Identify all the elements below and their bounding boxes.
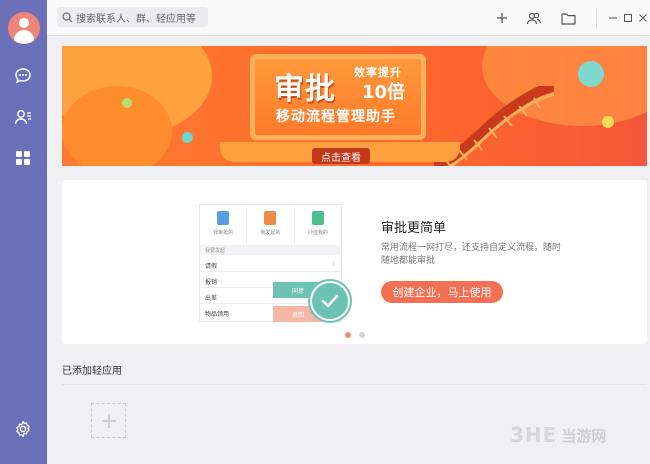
banner-title: 审批 (274, 72, 336, 107)
carousel-dot-active[interactable] (345, 332, 351, 338)
app-window: 搜索联系人、群、轻应用等 审批 效率提升 10倍 移动流程管理助手 点击查看 我… (0, 0, 650, 464)
banner-decoration (62, 86, 172, 166)
banner-subtitle: 移动流程管理助手 (276, 109, 396, 125)
mockup-row-label: 报销 (205, 279, 218, 286)
mockup-row-label: 出差 (205, 295, 218, 302)
promo-description: 常用流程一网打尽，还支持自定义流程，随时随地都能审批 (381, 243, 562, 266)
mockup-tab-label: 我发起的 (260, 230, 281, 236)
avatar-body-shape (14, 30, 34, 44)
promo-banner[interactable]: 审批 效率提升 10倍 移动流程管理助手 点击查看 (62, 46, 647, 166)
mockup-tab: 我发起的 (247, 205, 295, 245)
watermark: 3HE 当游网 (510, 423, 640, 447)
chat-icon[interactable] (12, 65, 34, 87)
document-icon (311, 211, 324, 225)
add-app-button[interactable] (91, 403, 126, 438)
added-apps-title: 已添加轻应用 (62, 366, 122, 377)
plus-icon (101, 413, 116, 428)
document-icon (217, 211, 230, 225)
create-enterprise-button[interactable]: 创建企业，马上使用 (381, 281, 503, 303)
add-plus-icon[interactable] (493, 9, 511, 27)
group-icon[interactable] (525, 9, 543, 27)
settings-gear-icon[interactable] (12, 418, 34, 440)
mockup-tab-label: 我审批的 (213, 230, 234, 236)
avatar-head-shape (19, 18, 29, 28)
search-icon (62, 11, 73, 22)
mockup-row: 请假 › (200, 257, 341, 272)
watermark-text: 当游网 (561, 426, 607, 445)
close-icon[interactable] (634, 9, 650, 27)
document-icon (264, 211, 277, 225)
section-divider (62, 384, 647, 385)
apps-grid-icon[interactable] (12, 147, 34, 169)
search-placeholder: 搜索联系人、群、轻应用等 (76, 13, 196, 25)
mockup-tab: 我审批的 (200, 205, 248, 245)
search-input[interactable]: 搜索联系人、群、轻应用等 (57, 7, 208, 27)
toolbar-divider (596, 8, 597, 28)
banner-decoration (122, 98, 132, 108)
top-toolbar: 搜索联系人、群、轻应用等 (47, 0, 650, 36)
mockup-row-label: 请假 (205, 263, 218, 270)
watermark-logo: 3HE (510, 423, 558, 447)
folder-icon[interactable] (559, 9, 577, 27)
mockup-section-header: 我要发起 (200, 245, 341, 255)
sidebar (0, 0, 47, 464)
chevron-right-icon: › (332, 260, 335, 268)
banner-multiplier: 10倍 (362, 82, 406, 103)
mockup-tab-label: 抄送我的 (307, 230, 328, 236)
banner-decoration (602, 116, 614, 128)
banner-view-button[interactable]: 点击查看 (312, 148, 370, 164)
mockup-tabs: 我审批的 我发起的 抄送我的 (200, 205, 341, 245)
mockup-row-label: 物品领用 (205, 311, 230, 318)
checkmark-icon (310, 281, 350, 321)
banner-decoration (578, 61, 604, 87)
promo-title: 审批更简单 (381, 221, 447, 236)
main-content: 审批 效率提升 10倍 移动流程管理助手 点击查看 我审批的 我发起的 抄送我的… (47, 37, 650, 464)
banner-decoration (182, 132, 193, 143)
contacts-icon[interactable] (12, 106, 34, 128)
avatar[interactable] (8, 12, 40, 44)
carousel-dot[interactable] (359, 332, 365, 338)
approval-promo-card: 我审批的 我发起的 抄送我的 我要发起 请假› 报销› 出差› 物品领用 (62, 180, 647, 344)
mockup-tab: 抄送我的 (295, 205, 341, 245)
